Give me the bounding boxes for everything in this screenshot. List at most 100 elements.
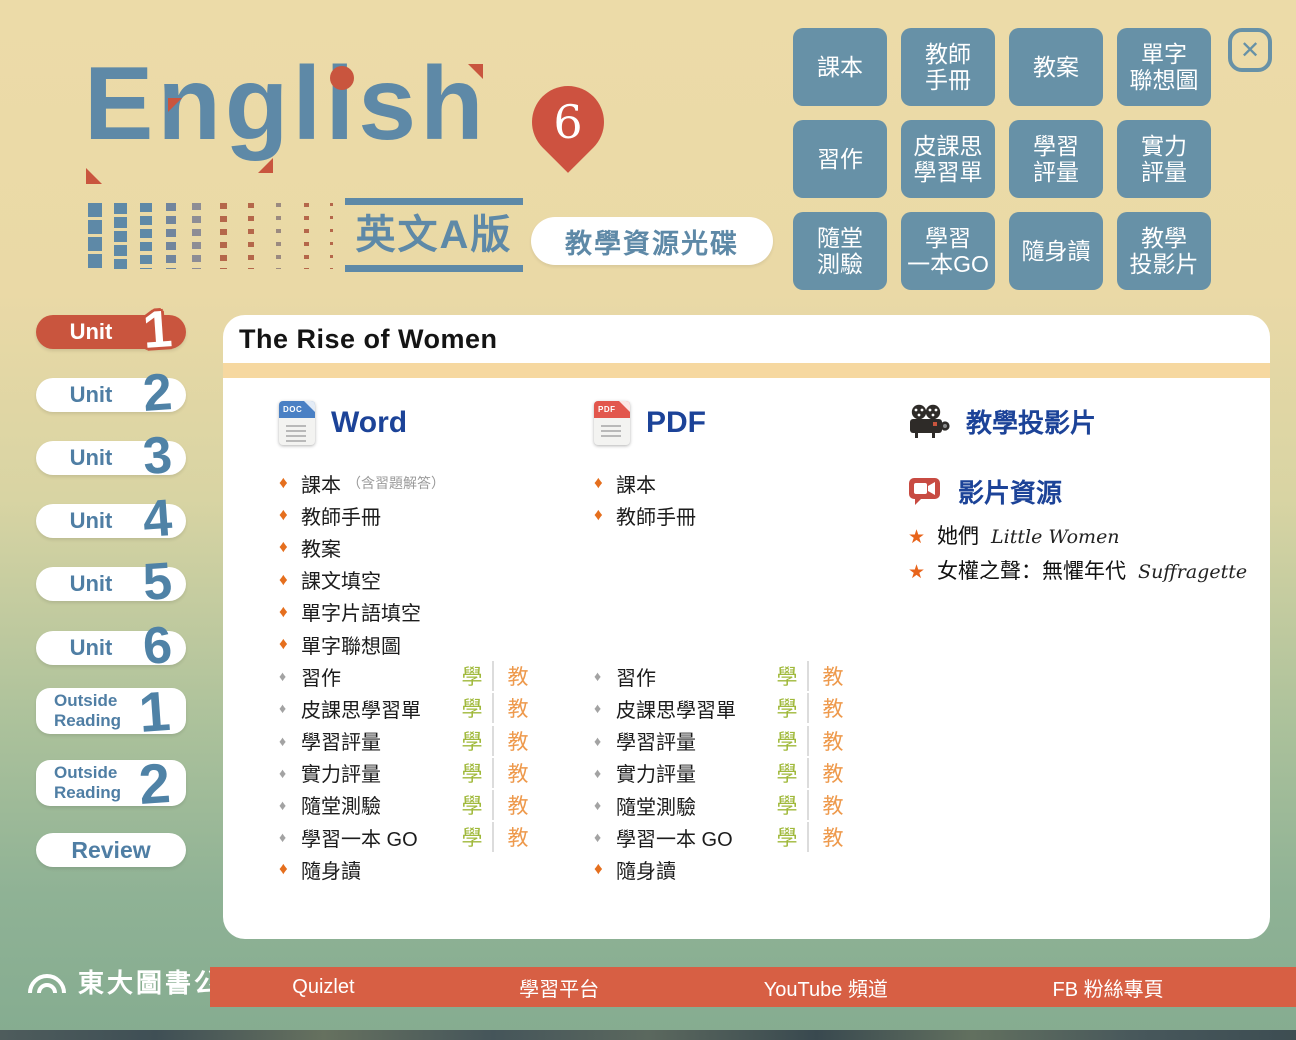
movie-item-little-women[interactable]: ★ 她們 Little Women [908, 520, 1258, 555]
divider-band [223, 363, 1270, 378]
diamond-bullet-icon: ♦ [279, 537, 301, 557]
footer-link-youtube[interactable]: YouTube 頻道 [764, 973, 888, 1002]
projector-icon [908, 404, 950, 440]
nav-button-lesson-plan[interactable]: 教案 [1009, 28, 1103, 106]
diamond-bullet-icon: ♦ [279, 829, 301, 845]
nav-button-study-go[interactable]: 學習 一本GO [901, 212, 995, 290]
unit-content-panel: The Rise of Women DOC Word ♦ 課本 （含習題解答） … [223, 315, 1270, 939]
sidebar-item-unit-5[interactable]: Unit 5 [36, 567, 186, 601]
pdf-doc-icon: PDF [594, 401, 630, 445]
sidebar-item-unit-6[interactable]: Unit 6 [36, 631, 186, 665]
diamond-bullet-icon: ♦ [594, 859, 616, 879]
student-version-link[interactable]: 學 [452, 790, 492, 820]
student-version-link[interactable]: 學 [452, 661, 492, 691]
pdf-item-learning-assess: ♦ 學習評量 學教 [594, 725, 857, 757]
nav-button-teaching-slides[interactable]: 教學 投影片 [1117, 212, 1211, 290]
pdf-item-pocket-reader[interactable]: ♦ 隨身讀 [594, 853, 857, 885]
disc-title-pill: 教學資源光碟 [531, 217, 773, 265]
student-version-link[interactable]: 學 [767, 822, 807, 852]
teacher-version-link[interactable]: 教 [494, 726, 542, 756]
diamond-bullet-icon: ♦ [279, 602, 301, 622]
sidebar-item-outside-reading-1[interactable]: Outside Reading 1 [36, 688, 186, 734]
word-item-teacher-manual[interactable]: ♦ 教師手冊 [279, 499, 542, 531]
movie-list: ★ 她們 Little Women ★ 女權之聲：無懼年代 Suffragett… [908, 520, 1258, 590]
diamond-bullet-icon: ♦ [279, 765, 301, 781]
teacher-version-link[interactable]: 教 [809, 726, 857, 756]
student-version-link[interactable]: 學 [767, 661, 807, 691]
teacher-version-link[interactable]: 教 [809, 790, 857, 820]
teacher-version-link[interactable]: 教 [809, 758, 857, 788]
edition-label: 英文A版 [345, 205, 523, 265]
teacher-version-link[interactable]: 教 [809, 822, 857, 852]
sidebar-item-review[interactable]: Review [36, 833, 186, 867]
pdf-item-pirls-sheet: ♦ 皮課思學習單 學教 [594, 692, 857, 724]
video-resources-title: 影片資源 [958, 473, 1062, 510]
diamond-bullet-icon: ♦ [594, 829, 616, 845]
word-section-header: DOC Word [279, 401, 407, 445]
word-item-word-map[interactable]: ♦ 單字聯想圖 [279, 628, 542, 660]
close-button[interactable]: ✕ [1228, 28, 1272, 72]
teacher-version-link[interactable]: 教 [494, 822, 542, 852]
pdf-item-study-go: ♦ 學習一本 GO 學教 [594, 821, 857, 853]
student-version-link[interactable]: 學 [452, 693, 492, 723]
nav-button-quiz[interactable]: 隨堂 測驗 [793, 212, 887, 290]
movie-item-suffragette[interactable]: ★ 女權之聲：無懼年代 Suffragette [908, 555, 1258, 590]
word-item-cloze[interactable]: ♦ 課文填空 [279, 564, 542, 596]
nav-button-ability-assess[interactable]: 實力 評量 [1117, 120, 1211, 198]
nav-button-teacher-manual[interactable]: 教師 手冊 [901, 28, 995, 106]
word-item-lesson-plan[interactable]: ♦ 教案 [279, 531, 542, 563]
list-spacer [594, 531, 857, 660]
teacher-version-link[interactable]: 教 [494, 661, 542, 691]
star-bullet-icon: ★ [908, 526, 925, 549]
word-item-pirls-sheet: ♦ 皮課思學習單 學教 [279, 692, 542, 724]
teaching-slides-title: 教學投影片 [966, 403, 1096, 440]
teacher-version-link[interactable]: 教 [494, 790, 542, 820]
teaching-slides-link[interactable]: 教學投影片 [908, 403, 1096, 440]
pdf-item-textbook[interactable]: ♦ 課本 [594, 467, 857, 499]
edition-top-bar [345, 198, 523, 205]
word-item-vocab-cloze[interactable]: ♦ 單字片語填空 [279, 596, 542, 628]
word-item-ability-assess: ♦ 實力評量 學教 [279, 757, 542, 789]
sidebar-item-unit-1[interactable]: Unit 1 [36, 315, 186, 349]
student-version-link[interactable]: 學 [767, 726, 807, 756]
diamond-bullet-icon: ♦ [279, 473, 301, 493]
footer-link-quizlet[interactable]: Quizlet [292, 976, 354, 999]
student-version-link[interactable]: 學 [767, 790, 807, 820]
teacher-version-link[interactable]: 教 [809, 661, 857, 691]
nav-button-workbook[interactable]: 習作 [793, 120, 887, 198]
diamond-bullet-icon: ♦ [279, 733, 301, 749]
student-version-link[interactable]: 學 [452, 822, 492, 852]
sidebar-item-outside-reading-2[interactable]: Outside Reading 2 [36, 760, 186, 806]
teacher-version-link[interactable]: 教 [494, 758, 542, 788]
footer-link-platform[interactable]: 學習平台 [519, 973, 599, 1002]
diamond-bullet-icon: ♦ [279, 859, 301, 879]
student-version-link[interactable]: 學 [767, 693, 807, 723]
sidebar-item-unit-4[interactable]: Unit 4 [36, 504, 186, 538]
student-version-link[interactable]: 學 [452, 726, 492, 756]
student-version-link[interactable]: 學 [452, 758, 492, 788]
nav-button-textbook[interactable]: 課本 [793, 28, 887, 106]
grade-number: 6 [532, 86, 604, 158]
nav-button-pocket-reader[interactable]: 隨身讀 [1009, 212, 1103, 290]
close-icon: ✕ [1240, 36, 1260, 65]
word-item-quiz: ♦ 隨堂測驗 學教 [279, 789, 542, 821]
teacher-version-link[interactable]: 教 [494, 693, 542, 723]
word-item-pocket-reader[interactable]: ♦ 隨身讀 [279, 853, 542, 885]
teacher-version-link[interactable]: 教 [809, 693, 857, 723]
nav-button-word-map[interactable]: 單字 聯想圖 [1117, 28, 1211, 106]
diamond-bullet-icon: ♦ [594, 733, 616, 749]
nav-button-pirls-sheet[interactable]: 皮課思 學習單 [901, 120, 995, 198]
pdf-item-teacher-manual[interactable]: ♦ 教師手冊 [594, 499, 857, 531]
student-version-link[interactable]: 學 [767, 758, 807, 788]
sidebar-item-unit-2[interactable]: Unit 2 [36, 378, 186, 412]
nav-button-learning-assess[interactable]: 學習 評量 [1009, 120, 1103, 198]
pdf-item-quiz: ♦ 隨堂測驗 學教 [594, 789, 857, 821]
diamond-bullet-icon: ♦ [279, 668, 301, 684]
footer-link-facebook[interactable]: FB 粉絲專頁 [1053, 973, 1164, 1002]
sidebar-item-unit-3[interactable]: Unit 3 [36, 441, 186, 475]
word-section-title: Word [331, 406, 407, 440]
footer-link-bar: Quizlet 學習平台 YouTube 頻道 FB 粉絲專頁 [210, 967, 1296, 1007]
pdf-item-workbook: ♦ 習作 學教 [594, 660, 857, 692]
word-item-textbook[interactable]: ♦ 課本 （含習題解答） [279, 467, 542, 499]
diamond-bullet-icon: ♦ [279, 634, 301, 654]
